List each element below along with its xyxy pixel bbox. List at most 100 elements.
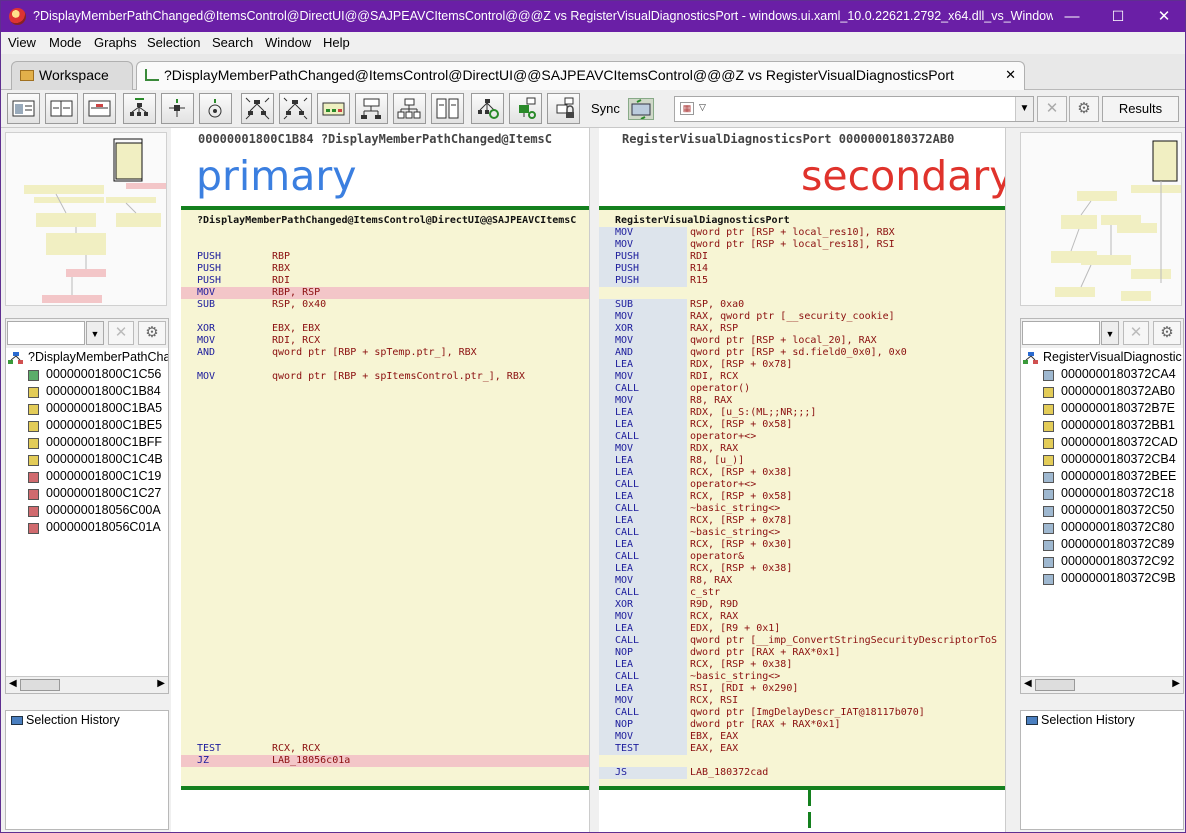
sync-graph-icon[interactable] <box>509 93 542 124</box>
instruction-row[interactable]: XOR RAX, RSP <box>599 323 1005 335</box>
menu-view[interactable]: View <box>8 35 36 50</box>
instruction-row[interactable]: CALL c_str <box>599 587 1005 599</box>
menu-selection[interactable]: Selection <box>147 35 200 50</box>
instruction-row[interactable]: LEA RCX, [RSP + 0x78] <box>599 515 1005 527</box>
instruction-row[interactable]: CALL ~basic_string<> <box>599 503 1005 515</box>
instruction-row[interactable]: LEA RCX, [RSP + 0x58] <box>599 419 1005 431</box>
maximize-button[interactable]: ☐ <box>1095 1 1141 32</box>
instruction-row[interactable]: MOV R8, RAX <box>599 575 1005 587</box>
sync-layout-icon[interactable] <box>471 93 504 124</box>
selection-history-label[interactable]: Selection History <box>26 713 120 727</box>
tree-filter-chevron-icon[interactable]: ▼ <box>1101 321 1119 345</box>
primary-graph-overview[interactable] <box>5 132 167 306</box>
close-button[interactable]: ✕ <box>1141 1 1185 32</box>
instruction-row[interactable]: XOR EBX, EBX <box>181 323 589 335</box>
horizontal-scrollbar[interactable]: ◀ ▶ <box>1021 676 1183 693</box>
tree-filter-input[interactable] <box>1022 321 1100 345</box>
instruction-row[interactable]: SUB RSP, 0xa0 <box>599 299 1005 311</box>
instruction-row[interactable]: AND qword ptr [RBP + spTemp.ptr_], RBX <box>181 347 589 359</box>
instruction-row[interactable]: TEST EAX, EAX <box>599 743 1005 755</box>
instruction-row[interactable]: PUSH R15 <box>599 275 1005 287</box>
instruction-row[interactable] <box>599 287 1005 299</box>
instruction-row[interactable]: PUSH RBP <box>181 251 589 263</box>
lock-icon[interactable] <box>547 93 580 124</box>
instruction-row[interactable]: NOP dword ptr [RAX + RAX*0x1] <box>599 647 1005 659</box>
instruction-row[interactable]: JS LAB_180372cad <box>599 767 1005 779</box>
secondary-graph-pane[interactable]: RegisterVisualDiagnosticsPort 0000000180… <box>599 128 1005 832</box>
proximity-icon[interactable] <box>355 93 388 124</box>
clear-search-button[interactable]: ✕ <box>1037 96 1067 122</box>
instruction-row[interactable]: NOP dword ptr [RAX + RAX*0x1] <box>599 719 1005 731</box>
columns-icon[interactable] <box>431 93 464 124</box>
instruction-row[interactable]: MOV qword ptr [RSP + local_20], RAX <box>599 335 1005 347</box>
instruction-row[interactable]: MOV RCX, RAX <box>599 611 1005 623</box>
search-mode-icon[interactable]: ▦ <box>680 102 694 115</box>
instruction-row[interactable]: MOV RCX, RSI <box>599 695 1005 707</box>
instruction-row[interactable]: MOV EBX, EAX <box>599 731 1005 743</box>
instruction-row[interactable]: AND qword ptr [RSP + sd.field0_0x0], 0x0 <box>599 347 1005 359</box>
chevron-down-icon[interactable]: ▼ <box>1015 97 1033 121</box>
instruction-row[interactable]: MOV RAX, qword ptr [__security_cookie] <box>599 311 1005 323</box>
results-button[interactable]: Results <box>1102 96 1179 122</box>
menu-window[interactable]: Window <box>265 35 311 50</box>
search-mode-chevron-icon[interactable]: ▽ <box>699 102 706 113</box>
primary-basic-block[interactable]: ?DisplayMemberPathChanged@ItemsControl@D… <box>181 206 589 790</box>
tree-clear-icon[interactable]: ✕ <box>1123 321 1149 345</box>
instruction-row[interactable]: SUB RSP, 0x40 <box>181 299 589 311</box>
instruction-row[interactable]: MOV qword ptr [RSP + local_res18], RSI <box>599 239 1005 251</box>
scroll-thumb[interactable] <box>1035 679 1075 691</box>
tree-filter-chevron-icon[interactable]: ▼ <box>86 321 104 345</box>
tab-workspace[interactable]: Workspace <box>11 61 133 90</box>
menu-graphs[interactable]: Graphs <box>94 35 137 50</box>
instruction-row[interactable]: CALL operator() <box>599 383 1005 395</box>
menu-search[interactable]: Search <box>212 35 253 50</box>
search-settings-button[interactable]: ⚙ <box>1069 96 1099 122</box>
instruction-row[interactable] <box>599 755 1005 767</box>
tab-diff[interactable]: ?DisplayMemberPathChanged@ItemsControl@D… <box>136 61 1025 90</box>
search-combo[interactable]: ▦ ▽ ▼ <box>674 96 1034 122</box>
instruction-row[interactable]: LEA RCX, [RSP + 0x38] <box>599 659 1005 671</box>
instruction-row[interactable]: MOV qword ptr [RSP + local_res10], RBX <box>599 227 1005 239</box>
instruction-row[interactable]: TEST RCX, RCX <box>181 743 589 755</box>
tree-settings-icon[interactable]: ⚙ <box>1153 321 1181 345</box>
instruction-row[interactable]: MOV RDI, RCX <box>599 371 1005 383</box>
instruction-row[interactable]: CALL operator& <box>599 551 1005 563</box>
instruction-row[interactable]: CALL ~basic_string<> <box>599 527 1005 539</box>
instruction-row[interactable]: LEA RDX, [RSP + 0x78] <box>599 359 1005 371</box>
secondary-basic-block[interactable]: RegisterVisualDiagnosticsPort MOV qword p… <box>599 206 1005 790</box>
instruction-row[interactable]: CALL ~basic_string<> <box>599 671 1005 683</box>
instruction-row[interactable]: LEA R8, [u_)] <box>599 455 1005 467</box>
instruction-row[interactable]: PUSH RDI <box>599 251 1005 263</box>
instruction-row[interactable]: CALL qword ptr [ImgDelayDescr_IAT@18117b0… <box>599 707 1005 719</box>
instruction-row[interactable]: MOV RDI, RCX <box>181 335 589 347</box>
layout-left-icon[interactable] <box>7 93 40 124</box>
layout-combined-icon[interactable] <box>83 93 116 124</box>
zoom-fit-icon[interactable] <box>241 93 274 124</box>
selection-history-label[interactable]: Selection History <box>1041 713 1135 727</box>
instruction-row[interactable]: CALL qword ptr [__imp_ConvertStringSecuri… <box>599 635 1005 647</box>
instruction-row[interactable]: MOV RDX, RAX <box>599 443 1005 455</box>
instruction-row[interactable]: LEA EDX, [R9 + 0x1] <box>599 623 1005 635</box>
instruction-row[interactable]: JZ LAB_18056c01a <box>181 755 589 767</box>
instruction-row[interactable]: LEA RDX, [u_S:(ML;;NR;;;] <box>599 407 1005 419</box>
orthogonal-layout-icon[interactable] <box>161 93 194 124</box>
menu-help[interactable]: Help <box>323 35 350 50</box>
zoom-selected-icon[interactable] <box>279 93 312 124</box>
magnify-icon[interactable] <box>317 93 350 124</box>
tree-icon[interactable] <box>393 93 426 124</box>
instruction-row[interactable]: MOV R8, RAX <box>599 395 1005 407</box>
instruction-row[interactable]: XOR R9D, R9D <box>599 599 1005 611</box>
instruction-row[interactable] <box>181 359 589 371</box>
tree-settings-icon[interactable]: ⚙ <box>138 321 166 345</box>
instruction-row[interactable]: LEA RSI, [RDI + 0x290] <box>599 683 1005 695</box>
hierarchic-layout-icon[interactable] <box>123 93 156 124</box>
instruction-row[interactable]: PUSH R14 <box>599 263 1005 275</box>
instruction-row[interactable]: LEA RCX, [RSP + 0x30] <box>599 539 1005 551</box>
instruction-row[interactable]: PUSH RBX <box>181 263 589 275</box>
instruction-row[interactable]: MOV RBP, RSP <box>181 287 589 299</box>
instruction-row[interactable]: CALL operator+<> <box>599 431 1005 443</box>
sync-toggle-icon[interactable] <box>628 98 654 120</box>
horizontal-scrollbar[interactable]: ◀ ▶ <box>6 676 168 693</box>
instruction-row[interactable]: LEA RCX, [RSP + 0x58] <box>599 491 1005 503</box>
minimize-button[interactable]: — <box>1049 1 1095 32</box>
